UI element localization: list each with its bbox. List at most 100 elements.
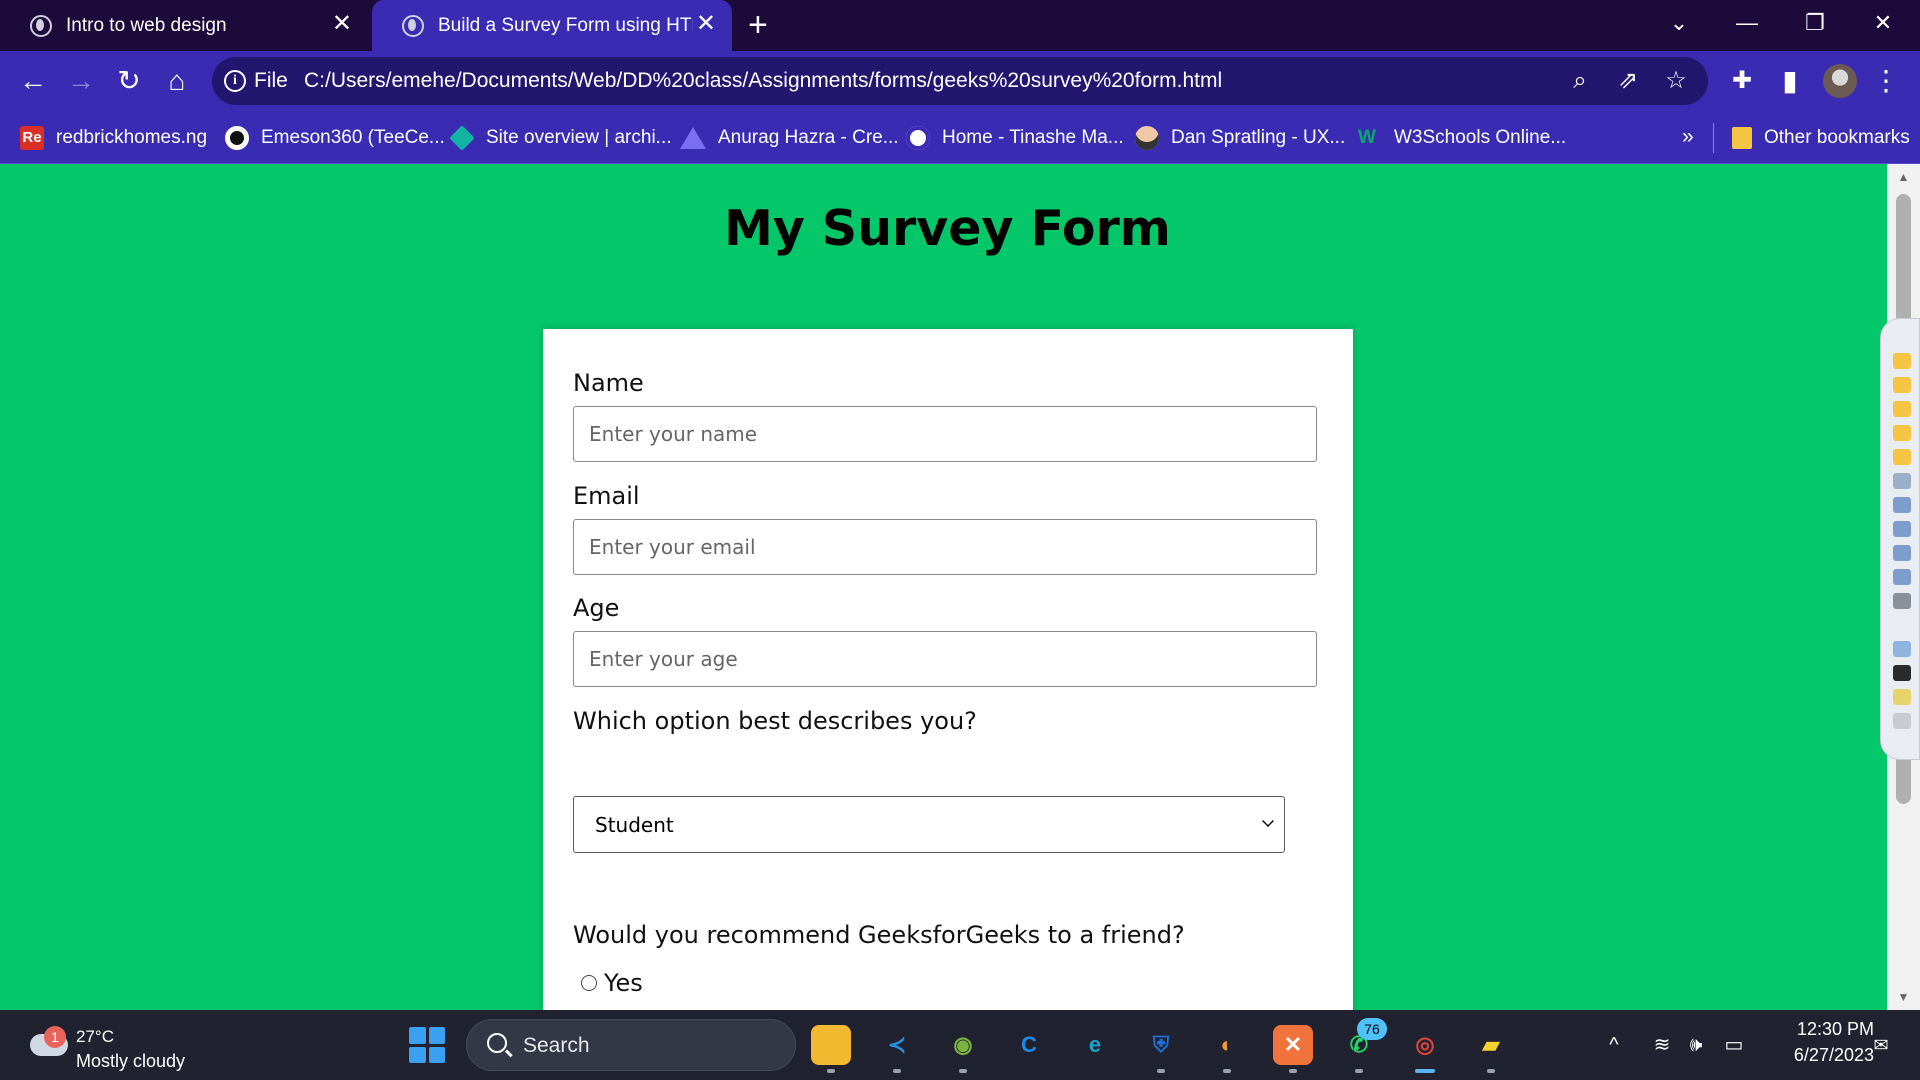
app-icon[interactable]: [1893, 497, 1911, 513]
zoom-icon[interactable]: ⌕: [1564, 65, 1596, 97]
bookmark-redbrickhomes[interactable]: Re redbrickhomes.ng: [20, 111, 207, 164]
file-explorer-icon[interactable]: [811, 1025, 851, 1065]
weather-badge: 1: [44, 1026, 66, 1048]
web-page-content: My Survey Form Name Email Age Which opti…: [0, 164, 1887, 1010]
folder-icon[interactable]: [1893, 449, 1911, 465]
email-label: Email: [573, 482, 640, 510]
tab-intro-to-web-design[interactable]: Intro to web design ✕: [0, 0, 368, 51]
role-label: Which option best describes you?: [573, 707, 977, 735]
close-tab-icon[interactable]: ✕: [696, 12, 716, 36]
other-bookmarks[interactable]: Other bookmarks: [1732, 111, 1910, 164]
app-icon[interactable]: [1893, 569, 1911, 585]
c-app-icon[interactable]: C: [1009, 1025, 1049, 1065]
reload-icon[interactable]: ↻: [113, 65, 145, 97]
app-icon[interactable]: [1893, 473, 1911, 489]
notifications-icon[interactable]: ✉: [1868, 1032, 1894, 1058]
folder-icon[interactable]: [1893, 425, 1911, 441]
name-label: Name: [573, 369, 644, 397]
url-text[interactable]: C:/Users/emehe/Documents/Web/DD%20class/…: [304, 69, 1222, 93]
radio-circle-icon[interactable]: [581, 975, 597, 991]
bookmark-tinashe[interactable]: Home - Tinashe Ma...: [906, 111, 1124, 164]
wifi-icon[interactable]: ≋: [1647, 1032, 1677, 1058]
running-indicator: [1487, 1069, 1495, 1073]
edge-icon[interactable]: e: [1075, 1025, 1115, 1065]
restore-button[interactable]: ❐: [1792, 8, 1838, 38]
tab-search-icon[interactable]: ⌄: [1656, 8, 1702, 38]
app-icon[interactable]: [1893, 665, 1911, 681]
desktop-side-dock[interactable]: [1880, 318, 1920, 760]
age-input[interactable]: [573, 631, 1317, 687]
bookmark-dan-spratling[interactable]: Dan Spratling - UX...: [1135, 111, 1345, 164]
github-icon: [225, 125, 249, 150]
volume-icon[interactable]: 🕪: [1681, 1032, 1711, 1058]
bookmark-emeson360[interactable]: Emeson360 (TeeCe...: [225, 111, 445, 164]
address-bar[interactable]: i File C:/Users/emehe/Documents/Web/DD%2…: [212, 57, 1708, 105]
folder-icon[interactable]: [1893, 353, 1911, 369]
bookmarks-bar: Re redbrickhomes.ng Emeson360 (TeeCe... …: [0, 111, 1920, 164]
tab-survey-form[interactable]: Build a Survey Form using HTML ✕: [372, 0, 732, 51]
recommend-yes-radio[interactable]: Yes: [581, 969, 643, 997]
new-tab-button[interactable]: +: [748, 8, 768, 42]
scroll-down-arrow-icon[interactable]: ▼: [1887, 984, 1920, 1010]
globe-icon: [402, 14, 424, 37]
weather-temperature: 27°C: [76, 1027, 114, 1046]
bookmark-site-overview[interactable]: Site overview | archi...: [449, 111, 672, 164]
close-tab-icon[interactable]: ✕: [332, 12, 352, 36]
clock-date[interactable]: 6/27/2023: [1762, 1045, 1874, 1066]
folder-icon[interactable]: [1893, 401, 1911, 417]
clock-time[interactable]: 12:30 PM: [1762, 1019, 1874, 1040]
tab-title: Build a Survey Form using HTML: [438, 14, 693, 36]
folder-icon[interactable]: [1893, 377, 1911, 393]
folder-icon: [1732, 126, 1752, 149]
home-icon[interactable]: ⌂: [161, 65, 193, 97]
orange-app-icon[interactable]: ◐: [1207, 1025, 1247, 1065]
app-icon[interactable]: [1893, 689, 1911, 705]
bookmark-w3schools[interactable]: W W3Schools Online...: [1358, 111, 1566, 164]
tray-overflow-chevron-icon[interactable]: ^: [1599, 1032, 1629, 1058]
close-window-button[interactable]: ✕: [1860, 8, 1906, 38]
bookmark-label: Emeson360 (TeeCe...: [261, 126, 445, 148]
page-title: My Survey Form: [724, 200, 1171, 257]
forward-arrow-icon[interactable]: →: [65, 65, 97, 97]
running-indicator: [1157, 1069, 1165, 1073]
extensions-icon[interactable]: ✚: [1726, 65, 1758, 97]
app-icon[interactable]: [1893, 713, 1911, 729]
site-info-label: File: [254, 69, 288, 92]
defender-icon[interactable]: ⛨: [1141, 1025, 1181, 1065]
running-indicator: [959, 1069, 967, 1073]
name-input[interactable]: [573, 406, 1317, 462]
battery-icon[interactable]: ▭: [1719, 1032, 1749, 1058]
app-icon[interactable]: [1893, 545, 1911, 561]
bookmarks-overflow-chevron-icon[interactable]: »: [1682, 125, 1694, 149]
survey-form: Name Email Age Which option best describ…: [543, 329, 1353, 1010]
bookmark-label: Site overview | archi...: [486, 126, 672, 148]
taskbar-search[interactable]: Search: [466, 1019, 796, 1071]
app-icon[interactable]: [1893, 521, 1911, 537]
scroll-up-arrow-icon[interactable]: ▲: [1887, 164, 1920, 190]
side-panel-icon[interactable]: ▮: [1774, 65, 1806, 97]
bookmark-anurag-hazra[interactable]: Anurag Hazra - Cre...: [680, 111, 899, 164]
minimize-button[interactable]: —: [1724, 8, 1770, 38]
site-info-button[interactable]: i File: [224, 65, 288, 97]
start-button[interactable]: [409, 1027, 445, 1063]
bookmark-label: Anurag Hazra - Cre...: [718, 126, 899, 148]
share-icon[interactable]: ⇗: [1612, 65, 1644, 97]
role-select-value: Student: [595, 813, 674, 837]
running-indicator: [1289, 1069, 1297, 1073]
app-icon[interactable]: [1893, 641, 1911, 657]
vscode-icon[interactable]: ≺: [877, 1025, 917, 1065]
chrome-icon[interactable]: ◎: [1405, 1025, 1445, 1065]
other-bookmarks-label: Other bookmarks: [1764, 126, 1910, 148]
weather-widget[interactable]: 1 27°C Mostly cloudy: [26, 1020, 226, 1071]
sticky-notes-icon[interactable]: ▰: [1471, 1025, 1511, 1065]
app-icon[interactable]: [1893, 593, 1911, 609]
age-label: Age: [573, 594, 620, 622]
xampp-icon[interactable]: ✕: [1273, 1025, 1313, 1065]
role-select[interactable]: Student: [573, 796, 1285, 853]
menu-icon[interactable]: ⋮: [1870, 65, 1902, 97]
back-arrow-icon[interactable]: ←: [17, 65, 49, 97]
email-input[interactable]: [573, 519, 1317, 575]
chameleon-app-icon[interactable]: ◉: [943, 1025, 983, 1065]
bookmark-star-icon[interactable]: ☆: [1660, 65, 1692, 97]
profile-avatar-icon[interactable]: [1823, 64, 1857, 98]
